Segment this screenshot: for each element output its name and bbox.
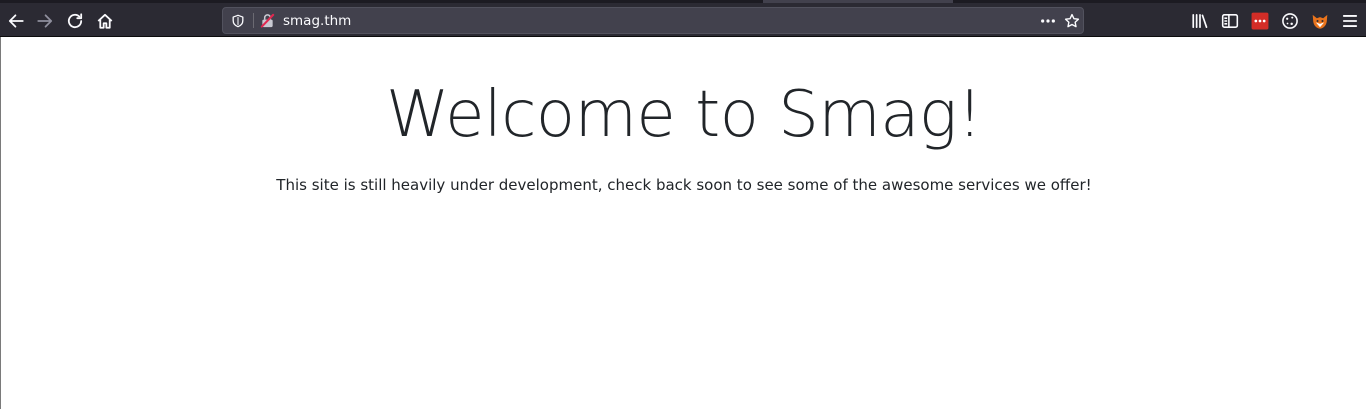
bookmark-star-icon[interactable] — [1061, 10, 1083, 32]
lastpass-icon — [1251, 12, 1269, 30]
home-icon — [97, 13, 113, 29]
reload-icon — [67, 13, 83, 29]
foxyproxy-icon — [1312, 14, 1328, 29]
app-menu-button[interactable] — [1336, 7, 1364, 35]
back-button[interactable] — [2, 7, 30, 35]
menu-icon — [1342, 15, 1358, 27]
browser-toolbar: smag.thm — [0, 0, 1366, 37]
forward-icon — [37, 14, 53, 28]
lastpass-button[interactable] — [1246, 7, 1274, 35]
page-heading: Welcome to Smag! — [386, 78, 982, 152]
home-button[interactable] — [91, 7, 119, 35]
tracking-shield-icon[interactable] — [230, 12, 246, 29]
page-actions-icon[interactable] — [1037, 11, 1059, 31]
library-icon — [1192, 13, 1208, 29]
back-icon — [8, 14, 24, 28]
url-separator — [253, 13, 254, 28]
cookie-extension-button[interactable] — [1276, 7, 1304, 35]
url-text[interactable]: smag.thm — [283, 13, 351, 29]
active-tab-indicator[interactable] — [763, 0, 953, 3]
page-lead-text: This site is still heavily under develop… — [276, 176, 1092, 194]
reload-button[interactable] — [61, 7, 89, 35]
cookie-icon — [1282, 13, 1298, 29]
sidebar-button[interactable] — [1216, 7, 1244, 35]
sidebar-icon — [1221, 14, 1239, 28]
insecure-lock-icon[interactable] — [259, 12, 275, 29]
page-content: Welcome to Smag! This site is still heav… — [0, 37, 1366, 409]
address-bar[interactable]: smag.thm — [222, 7, 1084, 34]
forward-button[interactable] — [31, 7, 59, 35]
foxyproxy-button[interactable] — [1306, 7, 1334, 35]
library-button[interactable] — [1186, 7, 1214, 35]
